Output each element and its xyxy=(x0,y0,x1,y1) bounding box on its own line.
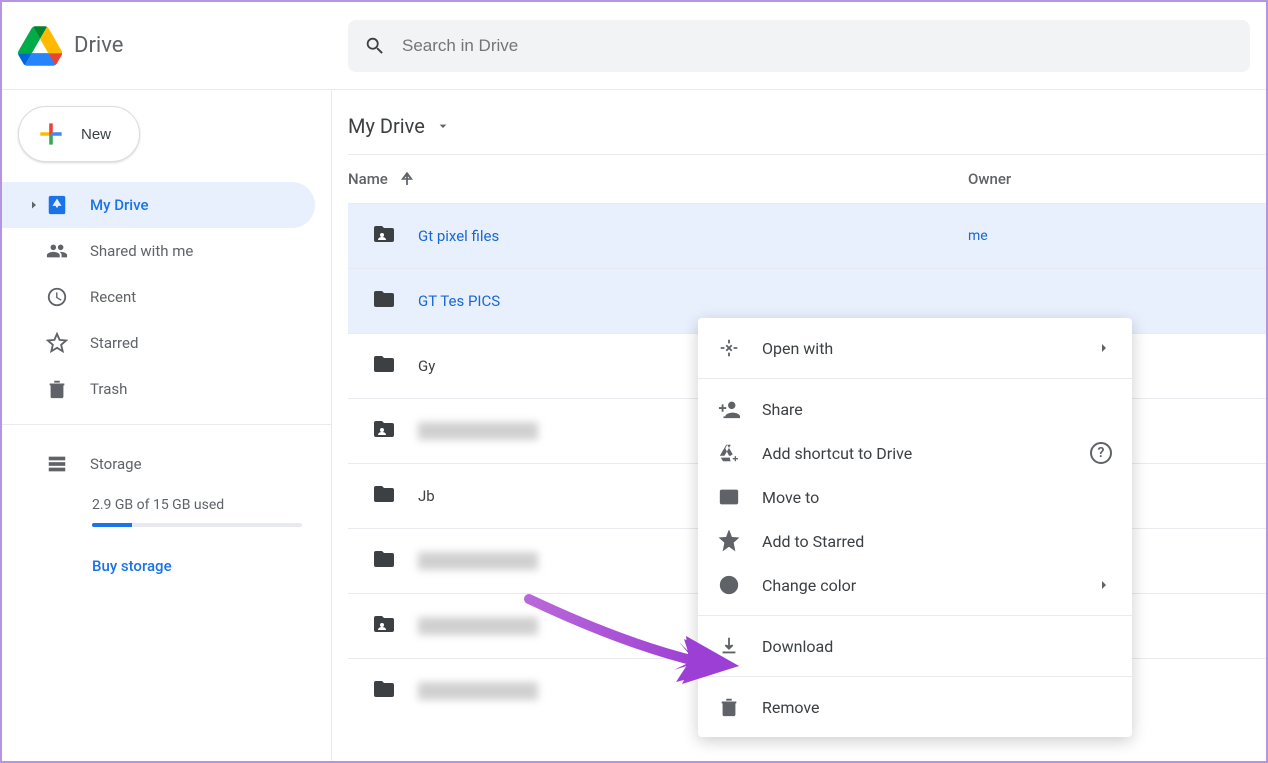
new-button[interactable]: New xyxy=(18,106,140,162)
folder-icon xyxy=(372,222,418,250)
menu-download[interactable]: Download xyxy=(698,624,1132,668)
sidebar-item-shared[interactable]: Shared with me xyxy=(2,228,315,274)
chevron-right-icon xyxy=(28,199,40,211)
context-menu: Open with Share Add shortcut to Drive ? … xyxy=(698,318,1132,737)
menu-label: Download xyxy=(762,637,833,656)
download-icon xyxy=(718,635,740,657)
file-name: GT Tes PICS xyxy=(418,292,500,310)
sidebar-item-trash[interactable]: Trash xyxy=(2,366,315,412)
open-with-icon xyxy=(718,337,740,359)
sidebar-item-label: Starred xyxy=(90,334,138,352)
folder-icon xyxy=(372,612,418,640)
storage-label: Storage xyxy=(90,455,142,473)
sidebar-item-label: Shared with me xyxy=(90,242,193,260)
storage-bar xyxy=(92,523,302,527)
sort-up-icon xyxy=(398,170,416,188)
sidebar-item-label: Trash xyxy=(90,380,127,398)
menu-change-color[interactable]: Change color xyxy=(698,563,1132,607)
storage-text: 2.9 GB of 15 GB used xyxy=(92,497,305,513)
menu-share[interactable]: Share xyxy=(698,387,1132,431)
logo-text: Drive xyxy=(74,33,123,58)
buy-storage-link[interactable]: Buy storage xyxy=(92,557,172,575)
folder-icon xyxy=(372,677,418,705)
menu-move-to[interactable]: Move to xyxy=(698,475,1132,519)
sidebar-item-recent[interactable]: Recent xyxy=(2,274,315,320)
share-icon xyxy=(718,398,740,420)
menu-open-with[interactable]: Open with xyxy=(698,326,1132,370)
menu-add-shortcut[interactable]: Add shortcut to Drive ? xyxy=(698,431,1132,475)
drive-shortcut-icon xyxy=(718,442,740,464)
drive-logo-icon xyxy=(18,26,62,66)
folder-icon xyxy=(372,417,418,445)
search-input[interactable] xyxy=(402,36,1234,56)
chevron-right-icon xyxy=(1096,340,1112,356)
menu-label: Add shortcut to Drive xyxy=(762,444,912,463)
folder-icon xyxy=(372,547,418,575)
column-owner-header[interactable]: Owner xyxy=(968,170,1168,188)
people-icon xyxy=(46,240,68,262)
menu-label: Remove xyxy=(762,698,820,717)
trash-icon xyxy=(718,696,740,718)
file-name-blurred xyxy=(418,422,538,440)
breadcrumb-label: My Drive xyxy=(348,114,425,138)
file-row[interactable]: Gt pixel files me xyxy=(348,203,1266,268)
file-name: Jb xyxy=(418,487,435,505)
menu-label: Change color xyxy=(762,576,856,595)
owner-cell: me xyxy=(968,228,988,244)
star-icon xyxy=(46,332,68,354)
menu-remove[interactable]: Remove xyxy=(698,685,1132,729)
folder-icon xyxy=(372,352,418,380)
logo-area[interactable]: Drive xyxy=(18,26,348,66)
menu-label: Add to Starred xyxy=(762,532,864,551)
clock-icon xyxy=(46,286,68,308)
sidebar-item-storage[interactable]: Storage xyxy=(2,443,331,485)
new-button-label: New xyxy=(81,126,111,143)
caret-down-icon xyxy=(435,118,451,134)
palette-icon xyxy=(718,574,740,596)
column-name-header[interactable]: Name xyxy=(348,170,968,188)
sidebar-item-starred[interactable]: Starred xyxy=(2,320,315,366)
nav: My Drive Shared with me Recent Starred xyxy=(2,182,331,412)
menu-label: Move to xyxy=(762,488,819,507)
file-name-blurred xyxy=(418,552,538,570)
help-icon[interactable]: ? xyxy=(1090,442,1112,464)
folder-icon xyxy=(372,482,418,510)
file-name: Gt pixel files xyxy=(418,227,499,245)
search-bar[interactable] xyxy=(348,20,1250,72)
sidebar: New My Drive Shared with me Recent xyxy=(2,90,332,761)
column-headers: Name Owner xyxy=(348,155,1266,203)
breadcrumb[interactable]: My Drive xyxy=(348,114,1266,155)
star-icon xyxy=(718,530,740,552)
sidebar-item-label: My Drive xyxy=(90,196,149,214)
folder-icon xyxy=(372,287,418,315)
storage-icon xyxy=(46,453,68,475)
plus-icon xyxy=(35,118,67,150)
menu-label: Share xyxy=(762,400,803,419)
menu-add-starred[interactable]: Add to Starred xyxy=(698,519,1132,563)
header: Drive xyxy=(2,2,1266,90)
menu-divider xyxy=(698,615,1132,616)
search-icon xyxy=(364,35,386,57)
chevron-right-icon xyxy=(1096,577,1112,593)
file-name-blurred xyxy=(418,617,538,635)
sidebar-item-mydrive[interactable]: My Drive xyxy=(2,182,315,228)
menu-label: Open with xyxy=(762,339,833,358)
file-name: Gy xyxy=(418,357,435,375)
file-name-blurred xyxy=(418,682,538,700)
menu-divider xyxy=(698,676,1132,677)
trash-icon xyxy=(46,378,68,400)
move-to-icon xyxy=(718,486,740,508)
drive-icon xyxy=(46,194,68,216)
sidebar-item-label: Recent xyxy=(90,288,136,306)
menu-divider xyxy=(698,378,1132,379)
